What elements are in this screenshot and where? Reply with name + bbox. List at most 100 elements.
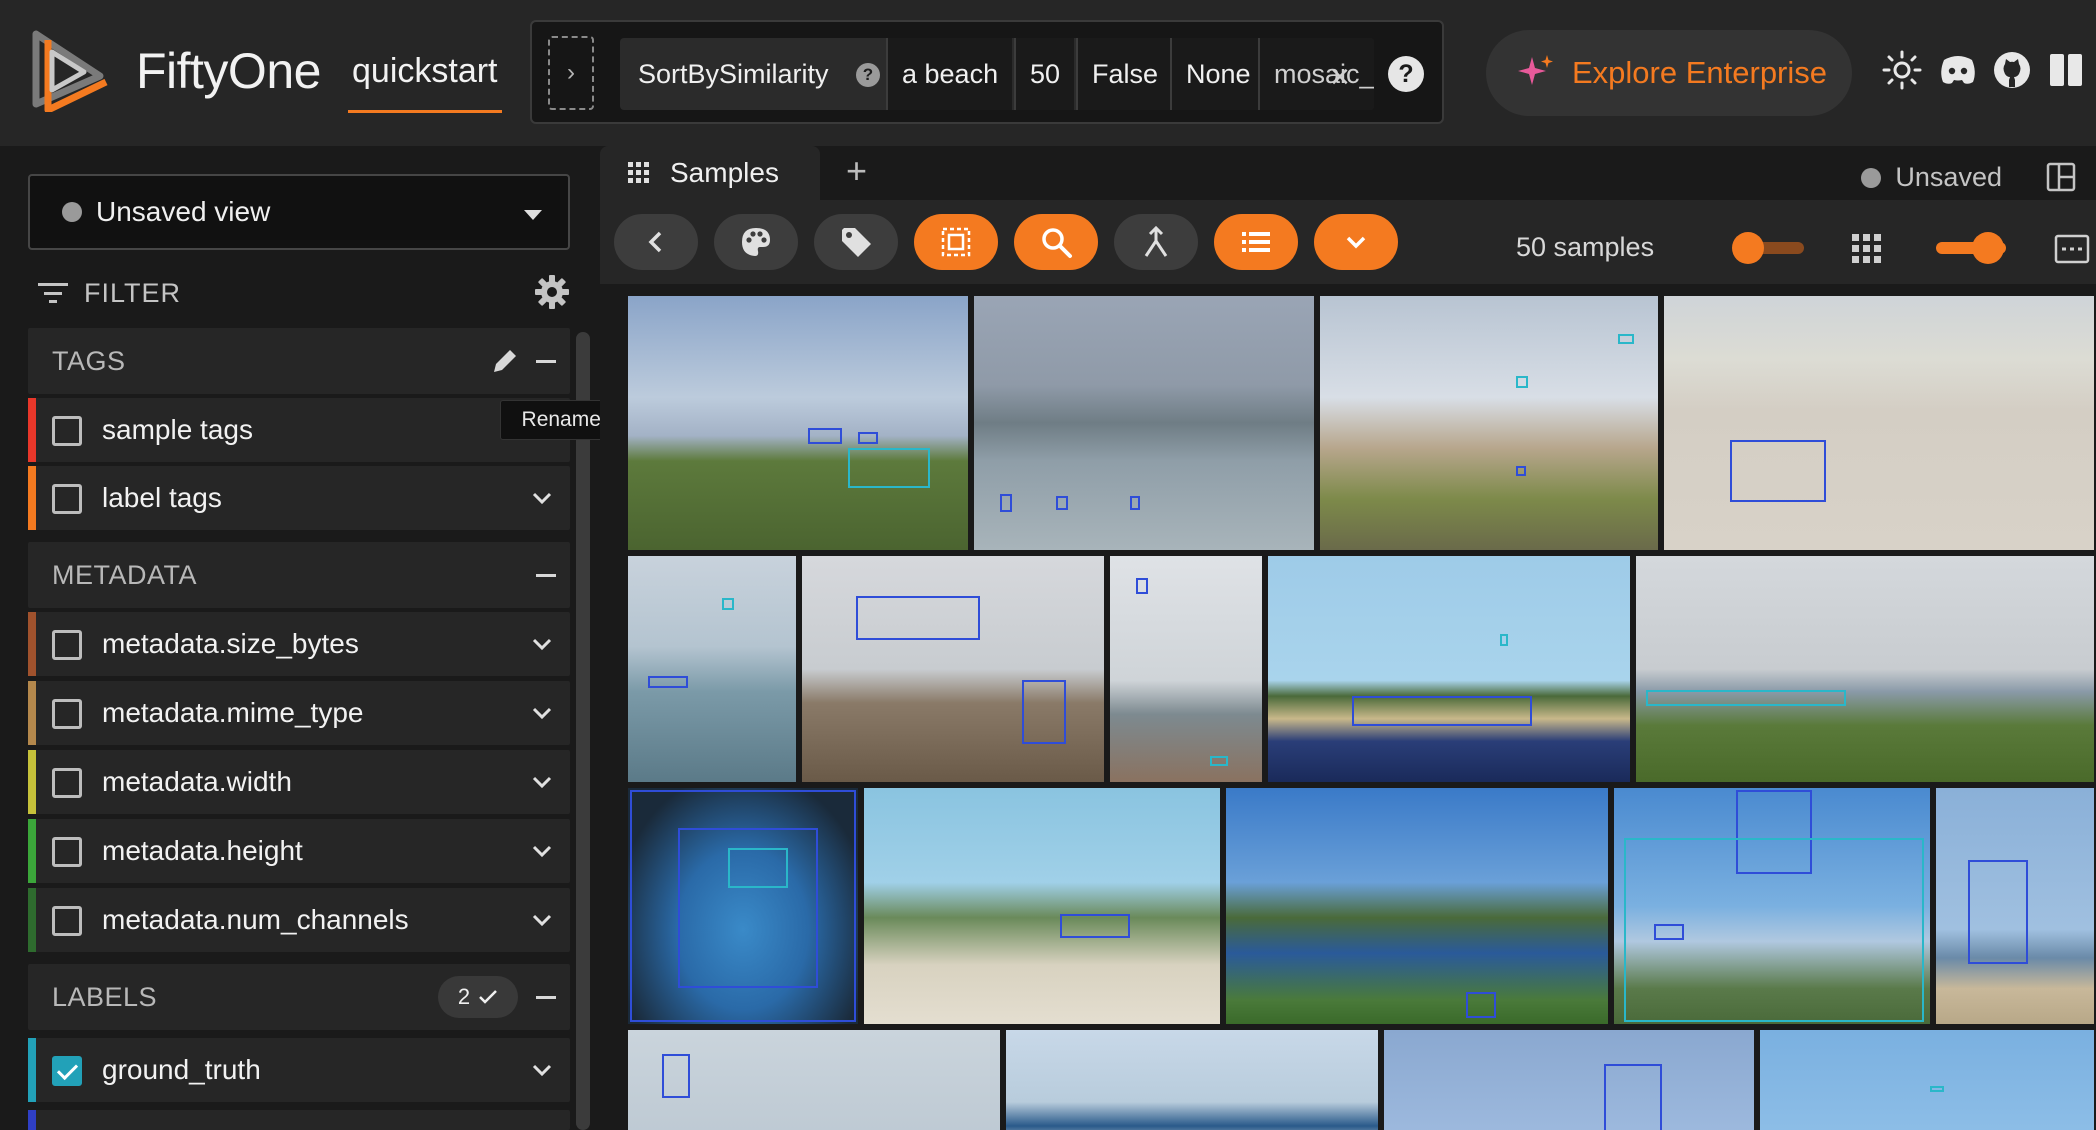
grid-settings-icon[interactable]	[2054, 234, 2090, 264]
more-options-button[interactable]	[1314, 214, 1398, 270]
explore-enterprise-button[interactable]: Explore Enterprise	[1486, 30, 1852, 116]
add-tab-icon[interactable]: +	[846, 150, 867, 192]
sidebar-item-sample-tags[interactable]: sample tags	[28, 398, 570, 462]
checkbox-checked[interactable]	[52, 1056, 82, 1086]
sidebar-item-label: metadata.width	[102, 766, 292, 797]
sample-thumbnail[interactable]	[1226, 788, 1608, 1024]
patches-button[interactable]	[914, 214, 998, 270]
stage-param-k[interactable]: 50	[1014, 38, 1075, 110]
chevron-down-icon	[1346, 236, 1366, 249]
checkbox[interactable]	[52, 630, 82, 660]
help-circle-icon[interactable]: ?	[1388, 56, 1424, 92]
checkbox[interactable]	[52, 484, 82, 514]
collapse-icon[interactable]	[536, 574, 556, 577]
group-metadata-header[interactable]: METADATA	[28, 542, 570, 608]
collapse-icon[interactable]	[536, 360, 556, 363]
stage-param-dist-field[interactable]: None	[1170, 38, 1265, 110]
split-panel-icon[interactable]	[2046, 162, 2076, 192]
color-bar	[28, 681, 36, 745]
tab-samples[interactable]: Samples	[600, 146, 820, 200]
sort-button[interactable]	[1214, 214, 1298, 270]
chevron-down-icon[interactable]	[530, 701, 554, 725]
tag-button[interactable]	[814, 214, 898, 270]
color-bar	[28, 888, 36, 952]
sample-thumbnail[interactable]	[1936, 788, 2094, 1024]
sample-thumbnail[interactable]	[1760, 1030, 2094, 1130]
sample-thumbnail[interactable]	[628, 1030, 1000, 1130]
close-icon[interactable]: ×	[1330, 58, 1350, 97]
view-stage[interactable]: SortBySimilarity ? a beach 50 False None…	[620, 38, 1374, 110]
merge-button[interactable]	[1114, 214, 1198, 270]
panel-layout-icon[interactable]	[2046, 50, 2086, 90]
github-icon[interactable]	[1992, 50, 2032, 90]
sample-thumbnail[interactable]	[1636, 556, 2094, 782]
checkbox[interactable]	[52, 416, 82, 446]
sidebar-item-ground-truth[interactable]: ground_truth	[28, 1038, 570, 1102]
brand-name[interactable]: FiftyOne	[136, 42, 321, 100]
sidebar-item-width[interactable]: metadata.width	[28, 750, 570, 814]
back-button[interactable]	[614, 214, 698, 270]
chevron-down-icon[interactable]	[530, 770, 554, 794]
sample-thumbnail[interactable]	[864, 788, 1220, 1024]
sample-thumbnail[interactable]	[1110, 556, 1262, 782]
labels-selected-badge[interactable]: 2	[438, 976, 518, 1018]
gear-icon[interactable]	[534, 274, 570, 310]
grid-view-icon[interactable]	[1852, 234, 1882, 264]
sample-thumbnail[interactable]	[974, 296, 1314, 550]
filter-label: FILTER	[84, 278, 182, 308]
sidebar-item-partial[interactable]	[28, 1110, 570, 1130]
group-metadata-label: METADATA	[52, 560, 197, 590]
sidebar-item-height[interactable]: metadata.height	[28, 819, 570, 883]
sidebar-item-label: ground_truth	[102, 1054, 261, 1085]
sun-icon[interactable]	[1882, 50, 1922, 90]
pencil-icon[interactable]	[488, 344, 522, 378]
chevron-down-icon[interactable]	[530, 839, 554, 863]
chevron-down-icon[interactable]	[530, 632, 554, 656]
checkbox[interactable]	[52, 906, 82, 936]
sample-thumbnail[interactable]	[1268, 556, 1630, 782]
similarity-search-button[interactable]	[1014, 214, 1098, 270]
sidebar-item-num-channels[interactable]: metadata.num_channels	[28, 888, 570, 952]
sample-thumbnail[interactable]	[628, 296, 968, 550]
color-bar	[28, 466, 36, 530]
checkbox[interactable]	[52, 768, 82, 798]
saved-view-select[interactable]: Unsaved view	[28, 174, 570, 250]
stage-param-reverse[interactable]: False	[1076, 38, 1173, 110]
checkbox[interactable]	[52, 837, 82, 867]
zoom-slider-knob[interactable]	[1732, 232, 1764, 264]
sidebar-item-mime-type[interactable]: metadata.mime_type	[28, 681, 570, 745]
grid-size-slider-knob[interactable]	[1972, 232, 2004, 264]
fiftyone-logo-icon[interactable]	[26, 26, 110, 112]
checkbox[interactable]	[52, 699, 82, 729]
sample-thumbnail[interactable]	[1384, 1030, 1754, 1130]
view-bar-toggle[interactable]: ›	[548, 36, 594, 110]
sample-thumbnail[interactable]	[802, 556, 1104, 782]
discord-icon[interactable]	[1938, 50, 1978, 90]
stage-param-query[interactable]: a beach	[886, 38, 1013, 110]
chevron-down-icon[interactable]	[530, 486, 554, 510]
help-icon[interactable]: ?	[856, 63, 880, 87]
sidebar-item-label-tags[interactable]: label tags	[28, 466, 570, 530]
sample-thumbnail[interactable]	[1664, 296, 2094, 550]
tab-samples-label: Samples	[670, 157, 779, 188]
sample-count: 50 samples	[1516, 232, 1655, 262]
stage-param-brain-key[interactable]: mosaic_le	[1258, 38, 1374, 110]
color-bar	[28, 1110, 36, 1130]
merge-icon	[1144, 225, 1168, 257]
group-labels-header[interactable]: LABELS 2	[28, 964, 570, 1030]
dataset-name[interactable]: quickstart	[352, 52, 498, 91]
sidebar-item-size-bytes[interactable]: metadata.size_bytes	[28, 612, 570, 676]
sample-thumbnail[interactable]	[1320, 296, 1658, 550]
sample-thumbnail[interactable]	[628, 556, 796, 782]
chevron-down-icon[interactable]	[530, 908, 554, 932]
collapse-icon[interactable]	[536, 996, 556, 999]
sidebar-scrollbar[interactable]	[576, 332, 590, 1130]
filter-header: FILTER	[38, 268, 570, 318]
dataset-underline	[348, 110, 502, 113]
sample-thumbnail[interactable]	[1006, 1030, 1378, 1130]
sample-thumbnail[interactable]	[628, 788, 858, 1024]
sample-thumbnail[interactable]	[1614, 788, 1930, 1024]
group-tags-header[interactable]: TAGS	[28, 328, 570, 394]
color-scheme-button[interactable]	[714, 214, 798, 270]
chevron-down-icon[interactable]	[530, 1058, 554, 1082]
